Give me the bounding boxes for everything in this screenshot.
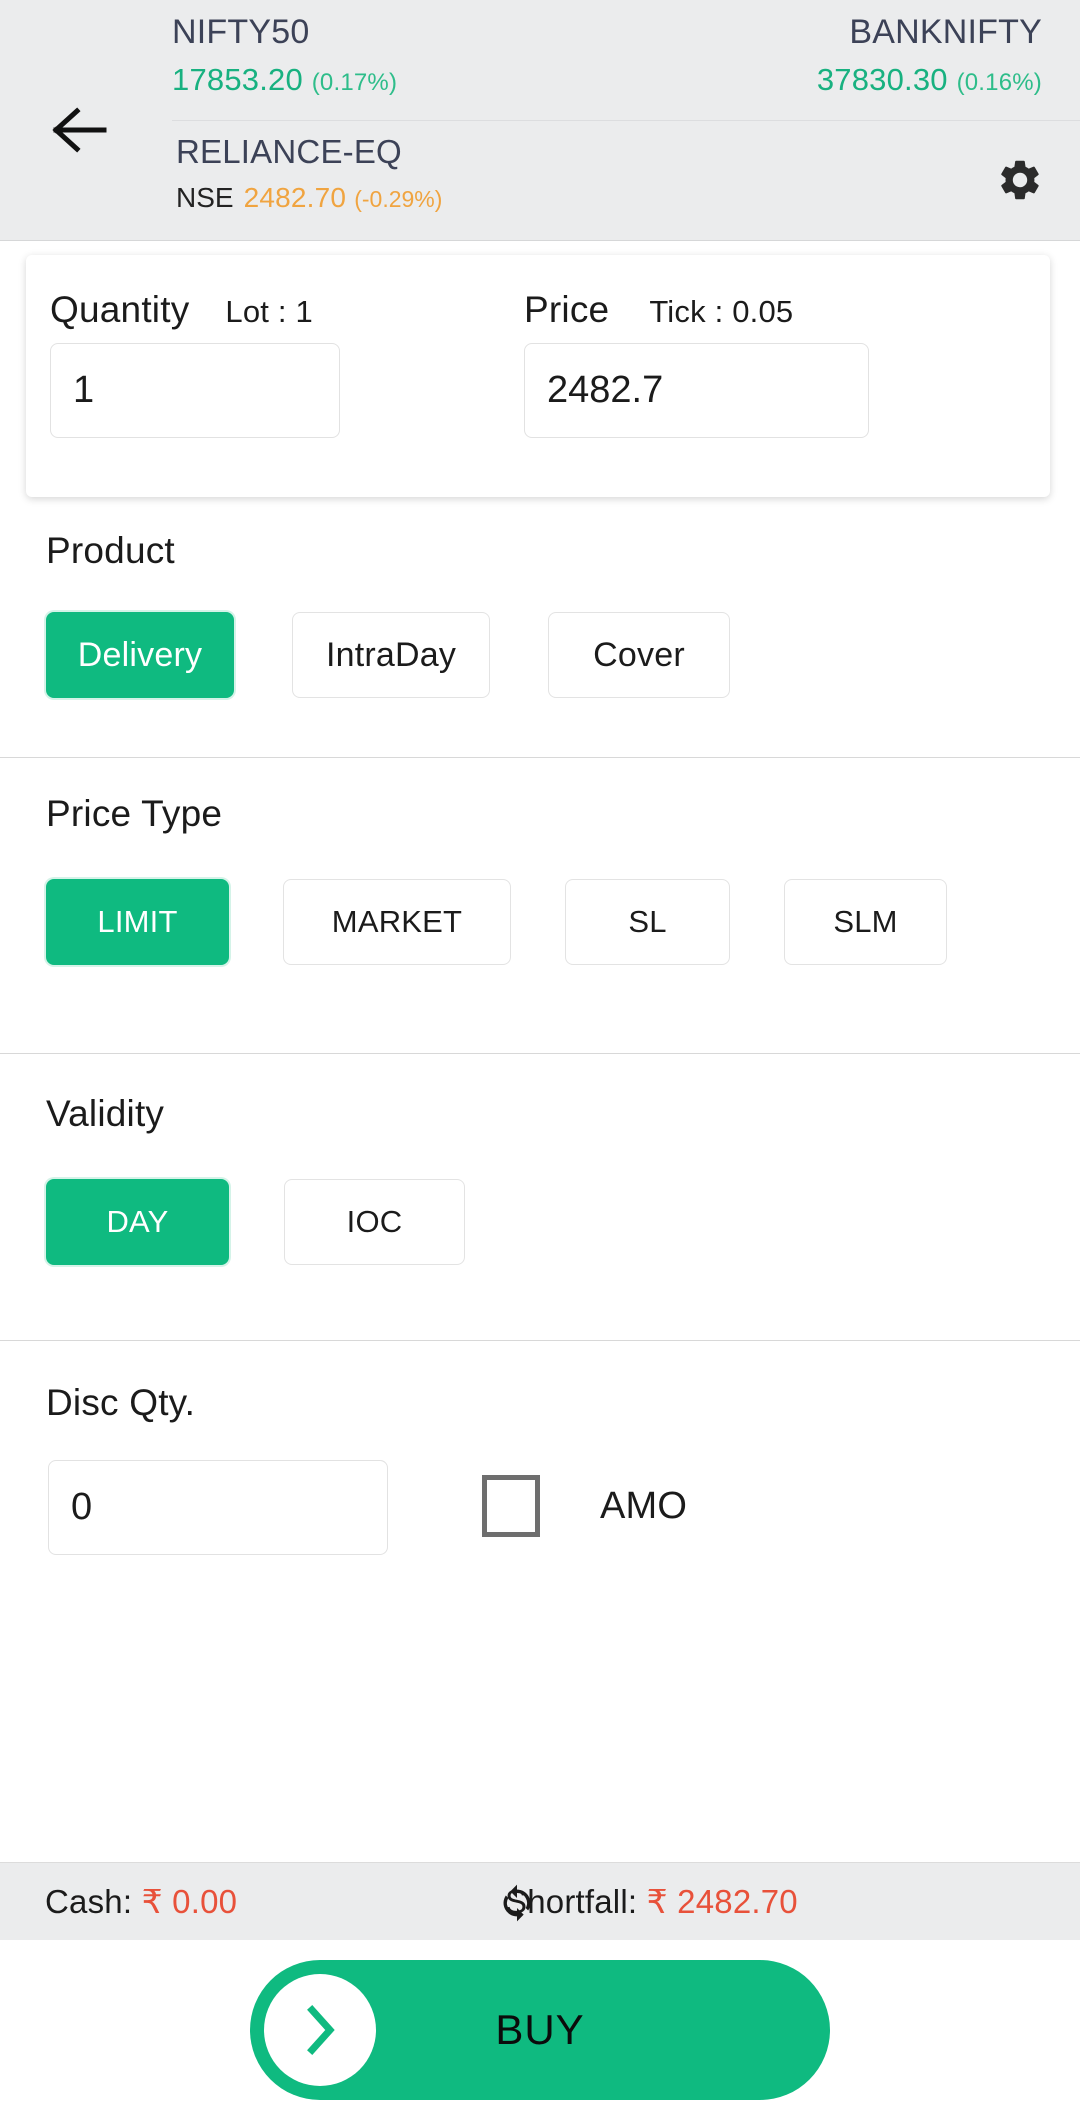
quantity-labels: Quantity Lot : 1 <box>50 255 340 333</box>
section-divider <box>0 1053 1080 1054</box>
price-label: Price <box>524 289 610 330</box>
product-option-delivery[interactable]: Delivery <box>46 612 234 698</box>
price-type-option-market[interactable]: MARKET <box>283 879 511 965</box>
validity-title: Validity <box>46 1093 165 1134</box>
price-type-option-slm[interactable]: SLM <box>784 879 947 965</box>
cash-status: Cash: ₹ 0.00 <box>45 1863 237 1941</box>
index-nifty50[interactable]: NIFTY50 17853.20 (0.17%) <box>172 0 602 106</box>
price-type-section: Price Type LIMIT MARKET SL SLM <box>0 793 1080 1033</box>
section-divider <box>0 1340 1080 1341</box>
gear-icon <box>1001 160 1039 200</box>
index-value: 17853.20 <box>172 62 303 97</box>
amo-label: AMO <box>600 1484 688 1527</box>
price-labels: Price Tick : 0.05 <box>524 255 869 333</box>
symbol-change: (-0.29%) <box>354 186 443 212</box>
symbol-name: RELIANCE-EQ <box>176 133 402 170</box>
validity-option-ioc[interactable]: IOC <box>284 1179 465 1265</box>
action-bar: BUY <box>0 1940 1080 2122</box>
cash-value: ₹ 0.00 <box>141 1883 238 1920</box>
index-ticker-row: NIFTY50 17853.20 (0.17%) BANKNIFTY 37830… <box>172 0 1060 120</box>
quantity-price-card: Quantity Lot : 1 Price Tick : 0.05 <box>26 255 1050 497</box>
product-title: Product <box>46 530 175 571</box>
back-button[interactable] <box>38 88 122 172</box>
validity-option-day[interactable]: DAY <box>46 1179 229 1265</box>
price-input[interactable] <box>524 343 869 438</box>
section-divider <box>0 757 1080 758</box>
product-options: Delivery IntraDay Cover <box>46 612 788 698</box>
quantity-input[interactable] <box>50 343 340 438</box>
amo-toggle[interactable]: AMO <box>482 1475 687 1537</box>
lot-size-label: Lot : 1 <box>225 294 313 329</box>
buy-slider-knob[interactable] <box>264 1974 376 2086</box>
price-group: Price Tick : 0.05 <box>524 255 869 438</box>
tick-size-label: Tick : 0.05 <box>649 294 794 329</box>
amo-checkbox[interactable] <box>482 1475 540 1537</box>
disc-qty-title: Disc Qty. <box>46 1382 196 1423</box>
buy-button[interactable]: BUY <box>250 1960 830 2100</box>
order-entry-screen: NIFTY50 17853.20 (0.17%) BANKNIFTY 37830… <box>0 0 1080 2122</box>
product-option-intraday[interactable]: IntraDay <box>292 612 490 698</box>
shortfall-status: Shortfall: ₹ 2482.70 <box>505 1863 798 1941</box>
settings-button[interactable] <box>980 140 1060 220</box>
chevron-right-icon <box>307 2005 335 2055</box>
validity-options: DAY IOC <box>46 1179 520 1265</box>
status-bar: Cash: ₹ 0.00 Shortfall: ₹ 2482.70 <box>0 1862 1080 1940</box>
shortfall-value: ₹ 2482.70 <box>646 1883 798 1920</box>
disc-qty-section: Disc Qty. AMO <box>0 1382 1080 1632</box>
product-option-cover[interactable]: Cover <box>548 612 730 698</box>
product-section: Product Delivery IntraDay Cover <box>0 530 1080 757</box>
validity-section: Validity DAY IOC <box>0 1093 1080 1333</box>
quantity-label: Quantity <box>50 289 190 330</box>
symbol-exchange: NSE <box>176 182 234 213</box>
arrow-left-icon <box>52 107 107 153</box>
index-change: (0.16%) <box>956 69 1042 96</box>
disc-qty-input[interactable] <box>48 1460 388 1555</box>
index-name: BANKNIFTY <box>849 13 1042 51</box>
price-type-options: LIMIT MARKET SL SLM <box>46 879 1001 965</box>
cash-label: Cash: <box>45 1883 133 1920</box>
index-value-row: 17853.20 (0.17%) <box>172 57 602 106</box>
price-type-option-limit[interactable]: LIMIT <box>46 879 229 965</box>
symbol-price: 2482.70 <box>243 182 347 213</box>
index-name: NIFTY50 <box>172 13 310 51</box>
quantity-group: Quantity Lot : 1 <box>50 255 340 438</box>
index-banknifty[interactable]: BANKNIFTY 37830.30 (0.16%) <box>612 0 1042 106</box>
symbol-block: RELIANCE-EQ NSE 2482.70 (-0.29%) <box>176 128 876 221</box>
price-type-option-sl[interactable]: SL <box>565 879 730 965</box>
app-header: NIFTY50 17853.20 (0.17%) BANKNIFTY 37830… <box>0 0 1080 241</box>
index-value-row: 37830.30 (0.16%) <box>612 57 1042 106</box>
index-change: (0.17%) <box>311 69 398 96</box>
symbol-quote-row: NSE 2482.70 (-0.29%) <box>176 176 876 221</box>
price-type-title: Price Type <box>46 793 223 834</box>
header-divider <box>172 120 1080 121</box>
index-value: 37830.30 <box>816 62 948 97</box>
shortfall-label: Shortfall: <box>505 1883 638 1920</box>
